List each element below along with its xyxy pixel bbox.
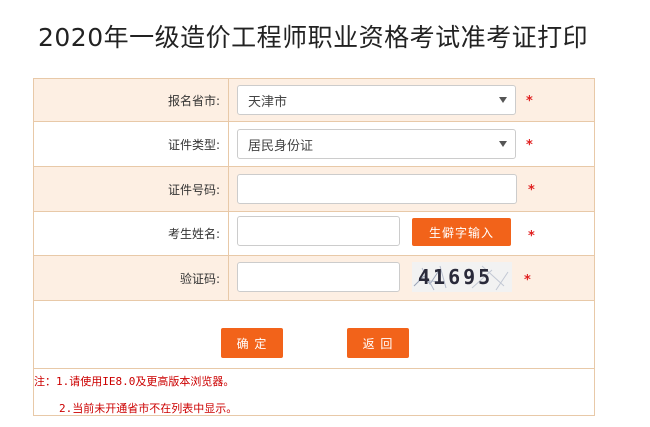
confirm-button[interactable]: 确 定 bbox=[221, 328, 283, 358]
name-row: 考生姓名: 生僻字输入 * bbox=[34, 212, 594, 256]
notes-divider bbox=[34, 368, 594, 369]
chevron-down-icon bbox=[499, 97, 507, 103]
required-mark: * bbox=[524, 273, 531, 288]
admission-ticket-form: 报名省市: 天津市 * 证件类型: 居民身份证 * 证件号码: * 考生姓名: … bbox=[33, 78, 595, 416]
chevron-down-icon bbox=[499, 141, 507, 147]
province-row: 报名省市: 天津市 * bbox=[34, 79, 594, 122]
id-number-label: 证件号码: bbox=[34, 167, 229, 211]
name-input[interactable] bbox=[237, 216, 400, 246]
name-label: 考生姓名: bbox=[34, 212, 229, 255]
note-line-2: 2.当前未开通省市不在列表中显示。 bbox=[59, 402, 238, 415]
id-type-label: 证件类型: bbox=[34, 122, 229, 166]
note-line-1: 注：1.请使用IE8.0及更高版本浏览器。 bbox=[34, 375, 235, 388]
required-mark: * bbox=[528, 183, 535, 198]
required-mark: * bbox=[528, 229, 535, 244]
required-mark: * bbox=[526, 94, 533, 109]
id-type-select[interactable]: 居民身份证 bbox=[237, 129, 516, 159]
province-select-value: 天津市 bbox=[248, 94, 288, 110]
province-select[interactable]: 天津市 bbox=[237, 85, 516, 115]
captcha-label: 验证码: bbox=[34, 256, 229, 300]
page-title: 2020年一级造价工程师职业资格考试准考证打印 bbox=[38, 23, 589, 52]
required-mark: * bbox=[526, 138, 533, 153]
id-type-select-value: 居民身份证 bbox=[248, 138, 314, 154]
province-label: 报名省市: bbox=[34, 79, 229, 121]
id-number-input[interactable] bbox=[237, 174, 517, 204]
captcha-noise: 41695 bbox=[412, 262, 512, 292]
captcha-text: 41695 bbox=[418, 265, 493, 289]
captcha-input[interactable] bbox=[237, 262, 400, 292]
back-button[interactable]: 返 回 bbox=[347, 328, 409, 358]
id-type-row: 证件类型: 居民身份证 * bbox=[34, 122, 594, 167]
captcha-image[interactable]: 41695 bbox=[412, 262, 512, 292]
id-number-row: 证件号码: * bbox=[34, 167, 594, 212]
rare-char-input-button[interactable]: 生僻字输入 bbox=[412, 218, 511, 246]
captcha-row: 验证码: 41695 * bbox=[34, 256, 594, 301]
